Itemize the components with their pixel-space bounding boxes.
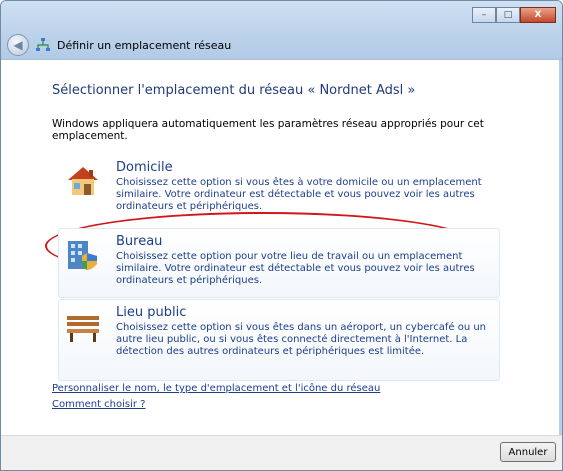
option-bureau-description: Choisissez cette option pour votre lieu …: [116, 251, 475, 286]
office-building-icon: [68, 241, 97, 270]
how-to-choose-link[interactable]: Comment choisir ?: [52, 399, 146, 410]
back-arrow-icon: ◀: [13, 38, 23, 52]
option-bureau-title: Bureau: [116, 234, 163, 249]
dialog-footer: Annuler: [1, 435, 562, 470]
option-lieu-public[interactable]: Lieu public Choisissez cette option si v…: [58, 299, 500, 381]
option-domicile-title: Domicile: [116, 160, 173, 175]
title-bar: – □ X ◀ Définir un emplacement réseau: [1, 1, 562, 60]
page-title: Sélectionner l'emplacement du réseau « N…: [52, 83, 416, 98]
close-button[interactable]: X: [520, 7, 556, 23]
home-icon: [68, 167, 98, 195]
minimize-button[interactable]: –: [472, 7, 496, 23]
back-button[interactable]: ◀: [7, 34, 29, 56]
dialog-window: – □ X ◀ Définir un emplacement réseau Sé…: [0, 0, 563, 471]
option-domicile-description: Choisissez cette option si vous êtes à v…: [116, 177, 482, 212]
window-right-border: [559, 60, 562, 436]
option-lieu-public-title: Lieu public: [116, 305, 187, 320]
nav-row: ◀ Définir un emplacement réseau: [7, 34, 231, 56]
park-bench-icon: [67, 316, 99, 342]
window-controls: – □ X: [472, 7, 556, 23]
maximize-button[interactable]: □: [496, 7, 520, 23]
customize-network-link[interactable]: Personnaliser le nom, le type d'emplacem…: [52, 383, 380, 394]
option-lieu-public-description: Choisissez cette option si vous êtes dan…: [116, 322, 487, 357]
window-title: Définir un emplacement réseau: [57, 38, 232, 52]
option-bureau[interactable]: Bureau Choisissez cette option pour votr…: [58, 228, 500, 298]
option-domicile[interactable]: Domicile Choisissez cette option si vous…: [58, 154, 500, 220]
intro-text: Windows appliquera automatiquement les p…: [52, 118, 484, 142]
network-icon: [36, 38, 50, 51]
main-content: Sélectionner l'emplacement du réseau « N…: [1, 60, 562, 436]
cancel-button[interactable]: Annuler: [500, 442, 556, 462]
